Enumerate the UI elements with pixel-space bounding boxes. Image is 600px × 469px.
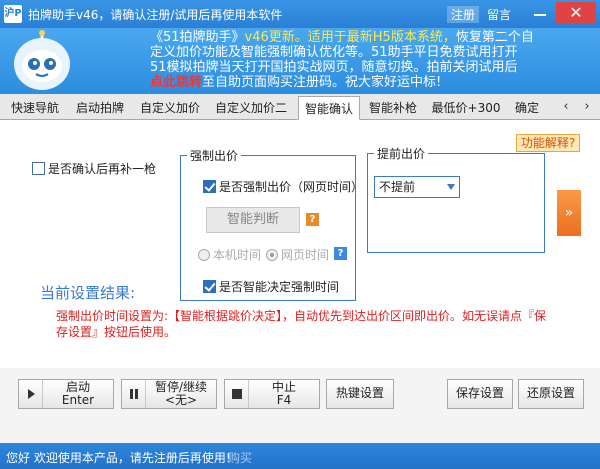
tab-custom-markup-2[interactable]: 自定义加价二 (210, 96, 292, 120)
chevron-down-icon (447, 184, 455, 190)
web-time-radio-row[interactable]: 网页时间 (266, 246, 329, 263)
result-title: 当前设置结果: (40, 284, 136, 302)
tab-confirm[interactable]: 确定 (510, 96, 544, 120)
play-icon (19, 380, 43, 408)
smart-time-row[interactable]: 是否智能决定强制时间 (203, 278, 339, 295)
banner-jump-link[interactable]: 点此跳转 (150, 75, 202, 90)
advance-bid-title: 提前出价 (374, 145, 429, 162)
buy-link[interactable]: 购买 (228, 449, 252, 466)
hotkey-settings-button[interactable]: 热键设置 (326, 379, 394, 409)
restore-settings-button[interactable]: 还原设置 (518, 379, 584, 409)
tab-bar: 快速导航 启动拍牌 自定义加价 自定义加价二 智能确认 智能补枪 最低价+300… (0, 94, 600, 120)
tab-smart-confirm[interactable]: 智能确认 (298, 96, 360, 120)
web-time-radio[interactable] (266, 248, 278, 261)
advance-bid-select[interactable]: 不提前 (374, 176, 460, 198)
mascot-icon (14, 30, 70, 90)
result-text: 强制出价时间设置为:【智能根据跳价决定】，自动优先到达出价区间即出价。如无误请点… (56, 309, 547, 339)
pause-resume-button[interactable]: 暂停/继续 <无> (121, 379, 217, 409)
status-bar: 您好 欢迎使用本产品，请先注册后再使用! 购买 (0, 443, 600, 469)
register-link[interactable]: 注册 (447, 6, 480, 23)
pause-icon (122, 380, 146, 408)
stop-button[interactable]: 中止 F4 (224, 379, 320, 409)
time-source-help-icon[interactable]: ? (334, 247, 347, 260)
tab-start-bid[interactable]: 启动拍牌 (70, 96, 130, 120)
minimize-button[interactable] (529, 6, 551, 22)
stop-icon (225, 380, 249, 408)
status-text: 您好 欢迎使用本产品，请先注册后再使用! (6, 451, 231, 465)
tab-scroll-left-icon[interactable]: ‹ (557, 98, 575, 116)
tab-custom-markup[interactable]: 自定义加价 (136, 96, 204, 120)
confirm-again-checkbox[interactable] (32, 162, 45, 175)
app-logo-icon: 沪P (4, 5, 22, 23)
tab-scroll-right-icon[interactable]: › (578, 98, 596, 116)
tab-quick-nav[interactable]: 快速导航 (4, 96, 66, 120)
tab-min-price-300[interactable]: 最低价+300 (428, 96, 504, 120)
advance-bid-group: 提前出价 (367, 145, 545, 253)
announcement-banner: 《51拍牌助手》v46更新。适用于最新H5版本系统，恢复第二个自 定义加价功能及… (0, 28, 600, 94)
smart-judge-field: 智能判断 (206, 207, 300, 233)
close-button[interactable]: ✕ (556, 2, 596, 24)
confirm-again-row[interactable]: 是否确认后再补一枪 (32, 160, 156, 177)
save-settings-button[interactable]: 保存设置 (447, 379, 513, 409)
smart-judge-help-icon[interactable]: ? (306, 213, 319, 226)
local-time-radio-row[interactable]: 本机时间 (198, 246, 261, 263)
tab-smart-rebid[interactable]: 智能补枪 (364, 96, 422, 120)
force-bid-checkbox[interactable] (203, 180, 216, 193)
local-time-radio[interactable] (198, 248, 210, 261)
force-bid-row[interactable]: 是否强制出价（网页时间） (203, 178, 363, 195)
message-link[interactable]: 留言 (487, 6, 511, 23)
banner-text: 《51拍牌助手》v46更新。适用于最新H5版本系统，恢复第二个自 定义加价功能及… (150, 30, 534, 90)
window-title: 拍牌助手v46，请确认注册/试用后再使用本软件 (28, 8, 283, 22)
smart-confirm-panel: 功能解释? 是否确认后再补一枪 强制出价 是否强制出价（网页时间） 智能判断 ?… (0, 120, 600, 368)
feature-help-link[interactable]: 功能解释? (516, 134, 580, 152)
force-bid-title: 强制出价 (187, 147, 242, 164)
smart-time-checkbox[interactable] (203, 280, 216, 293)
start-button[interactable]: 启动 Enter (18, 379, 114, 409)
title-bar: 沪P 拍牌助手v46，请确认注册/试用后再使用本软件 注册 留言 ✕ (0, 0, 600, 28)
expand-button[interactable]: » (557, 190, 581, 236)
